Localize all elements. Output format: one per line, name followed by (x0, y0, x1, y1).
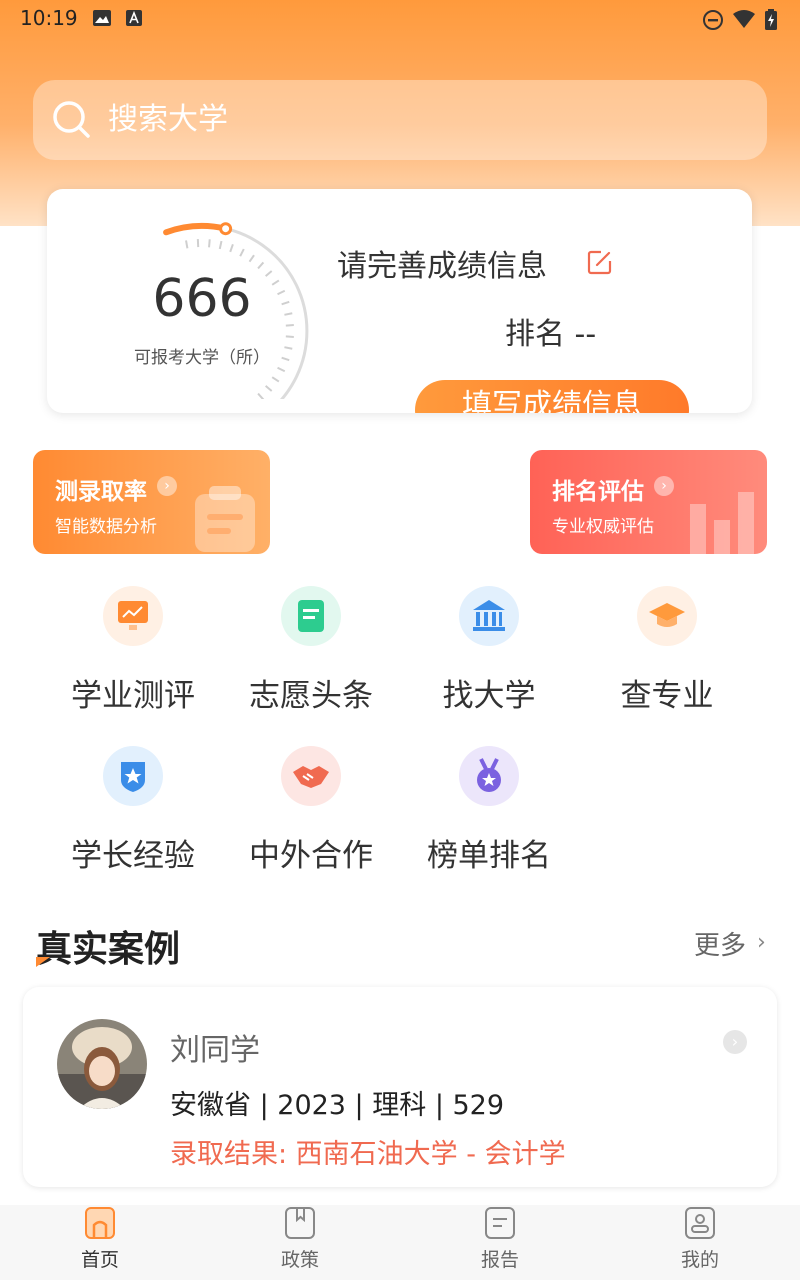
battery-icon (765, 9, 777, 30)
promo-title: 测录取率 (55, 479, 147, 505)
grid-label: 志愿头条 (249, 678, 373, 714)
text-app-icon (126, 10, 142, 26)
gauge-tick (271, 376, 280, 383)
nav-label: 报告 (480, 1249, 519, 1271)
promo-subtitle: 智能数据分析 (55, 517, 157, 537)
home-icon (85, 1207, 115, 1239)
chevron-right-icon: › (157, 476, 177, 496)
document-icon (281, 586, 341, 646)
search-icon (53, 101, 90, 138)
rank-evaluation-card[interactable]: 排名评估 › 专业权威评估 (530, 450, 767, 554)
gauge-tick (285, 335, 294, 338)
score-value: 666 (152, 269, 252, 329)
section-accent-mark (36, 957, 50, 967)
gauge-tick (257, 261, 265, 270)
bottom-navigation: 首页 政策 报告 我的 (0, 1205, 800, 1280)
wifi-icon (733, 10, 755, 28)
admission-rate-card[interactable]: 测录取率 › 智能数据分析 (33, 450, 270, 554)
gauge-tick (239, 248, 245, 257)
chart-board-icon (103, 586, 163, 646)
score-label: 可报考大学（所） (134, 348, 270, 368)
nav-label: 政策 (280, 1249, 319, 1271)
chevron-right-icon: › (654, 476, 674, 496)
clipboard-icon (195, 486, 255, 552)
university-icon (459, 586, 519, 646)
gauge-tick (277, 366, 286, 373)
nav-home[interactable]: 首页 (0, 1205, 200, 1280)
grid-label: 学长经验 (71, 838, 195, 874)
gauge-tick (285, 324, 294, 327)
handshake-icon (281, 746, 341, 806)
chevron-right-icon[interactable]: › (757, 930, 766, 955)
grid-item-rankings[interactable]: 榜单排名 (414, 746, 564, 876)
grid-label: 找大学 (442, 678, 536, 714)
gauge-tick (248, 254, 255, 263)
gauge-tick (218, 240, 223, 250)
grid-label: 榜单排名 (427, 838, 551, 874)
complete-score-title[interactable]: 请完善成绩信息 (337, 241, 547, 285)
rank-text: 排名 -- (505, 317, 597, 352)
more-link[interactable]: 更多 (694, 925, 746, 962)
grid-item-find-university[interactable]: 找大学 (414, 586, 564, 716)
avatar (57, 1019, 147, 1109)
promo-subtitle: 专业权威评估 (552, 517, 654, 537)
grid-label: 中外合作 (249, 838, 373, 874)
status-time: 10:19 (20, 6, 78, 30)
fill-score-button[interactable]: 填写成绩信息 (415, 380, 689, 413)
nav-label: 首页 (80, 1249, 119, 1271)
report-icon (485, 1207, 515, 1239)
gauge-tick (185, 240, 189, 249)
gauge-tick (264, 385, 273, 392)
student-name: 刘同学 (170, 1033, 260, 1068)
student-info: 安徽省 | 2023 | 理科 | 529 (170, 1090, 505, 1121)
grid-label: 查专业 (620, 678, 714, 714)
gauge-tick (257, 392, 265, 399)
gauge-tick (208, 239, 211, 248)
case-card[interactable]: 刘同学 安徽省 | 2023 | 理科 | 529 录取结果: 西南石油大学 -… (23, 987, 777, 1187)
graduation-cap-icon (637, 586, 697, 646)
star-shield-icon (103, 746, 163, 806)
admission-result: 录取结果: 西南石油大学 - 会计学 (170, 1139, 566, 1170)
bar-chart-icon (690, 492, 754, 554)
score-card: 666 可报考大学（所） 请完善成绩信息 排名 -- 填写成绩信息 (47, 189, 752, 413)
medal-icon (459, 746, 519, 806)
chevron-right-icon[interactable]: › (723, 1030, 747, 1054)
gauge-tick (229, 244, 234, 253)
book-icon (285, 1207, 315, 1239)
status-bar: 10:19 (0, 0, 800, 36)
nav-policy[interactable]: 政策 (200, 1205, 400, 1280)
edit-icon[interactable] (587, 249, 613, 275)
nav-report[interactable]: 报告 (400, 1205, 600, 1280)
grid-item-headlines[interactable]: 志愿头条 (236, 586, 386, 716)
grid-item-academic-assessment[interactable]: 学业测评 (58, 586, 208, 716)
profile-icon (685, 1207, 715, 1239)
grid-label: 学业测评 (71, 678, 195, 714)
section-title: 真实案例 (36, 929, 181, 970)
search-placeholder[interactable]: 搜索大学 (108, 100, 228, 140)
image-icon (93, 10, 111, 26)
promo-title: 排名评估 (552, 479, 644, 505)
nav-label: 我的 (680, 1249, 719, 1271)
grid-item-find-major[interactable]: 查专业 (592, 586, 742, 716)
grid-item-international-cooperation[interactable]: 中外合作 (236, 746, 386, 876)
grid-item-senior-experience[interactable]: 学长经验 (58, 746, 208, 876)
do-not-disturb-icon (703, 10, 723, 30)
nav-profile[interactable]: 我的 (600, 1205, 800, 1280)
